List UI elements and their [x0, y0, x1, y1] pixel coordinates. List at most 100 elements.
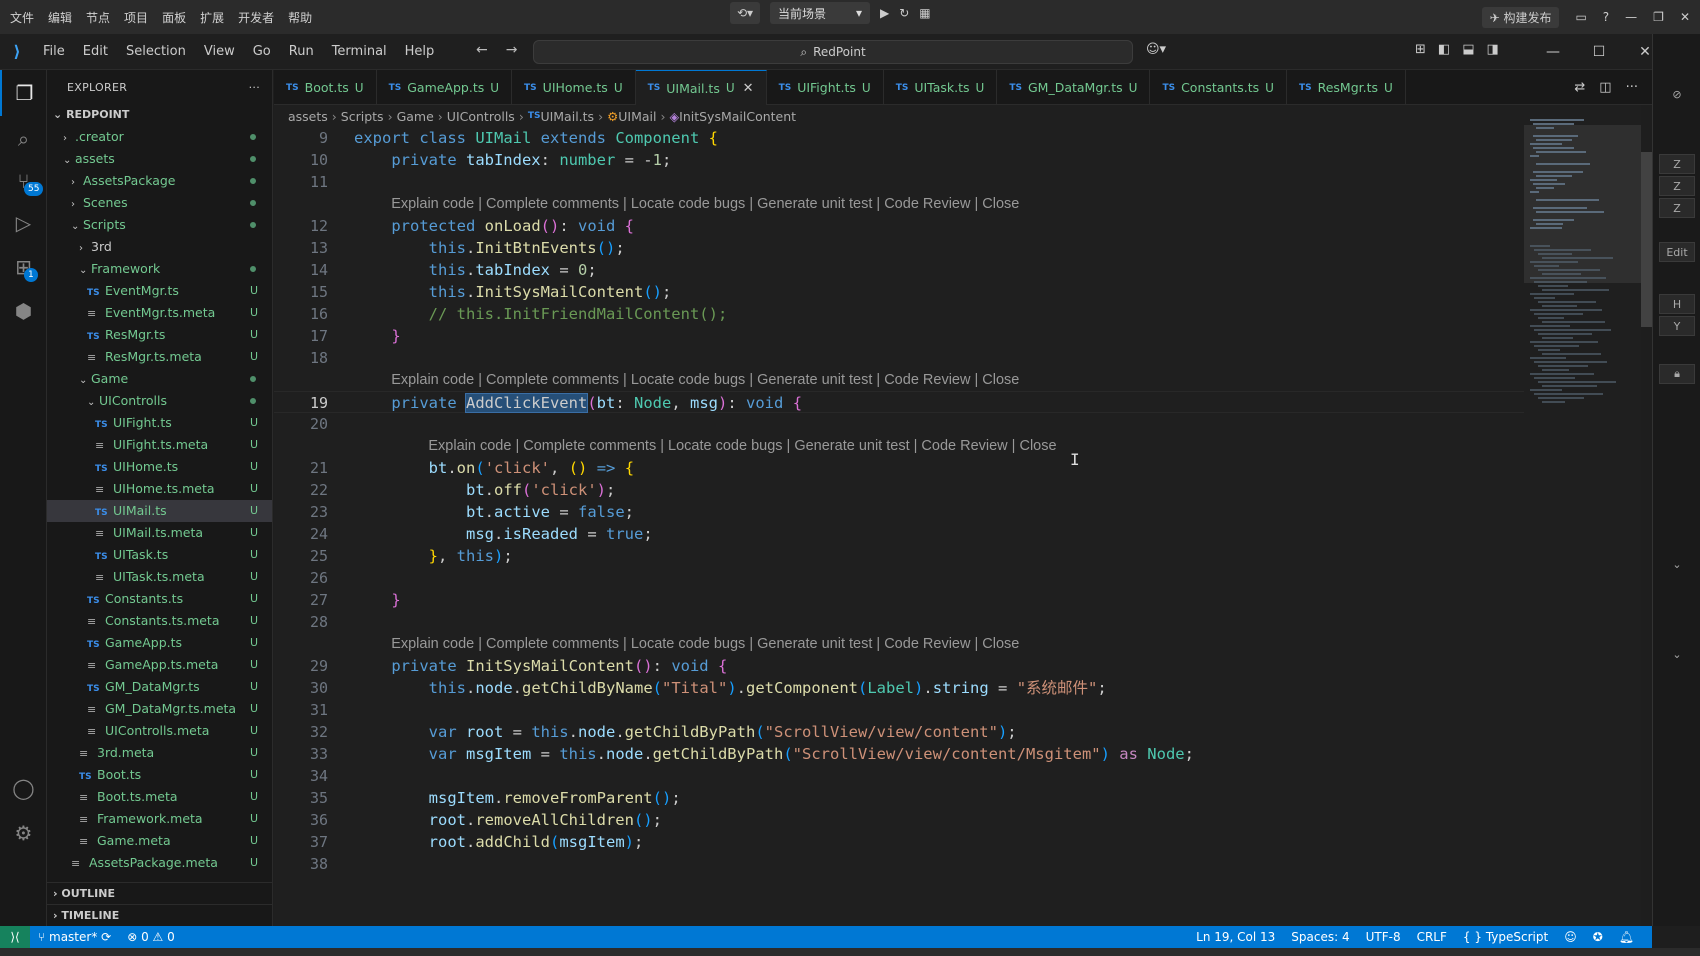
more-actions-icon[interactable]: ··· [1626, 80, 1638, 95]
toggle-sidebar-icon[interactable]: ◧ [1438, 42, 1450, 57]
code-editor[interactable]: 9 export class UIMail extends Component {… [274, 127, 1524, 926]
encoding[interactable]: UTF-8 [1358, 930, 1409, 944]
chevron-down-icon[interactable]: ⌄ [1659, 554, 1695, 574]
close-tab-icon[interactable]: ✕ [743, 81, 754, 96]
extensions-icon[interactable]: ⊞ 1 [0, 244, 47, 290]
code-lens-actions[interactable]: Explain code | Complete comments | Locat… [391, 633, 1019, 655]
tree-folder[interactable]: › .creator [47, 126, 272, 148]
vertical-scrollbar[interactable] [1641, 152, 1652, 327]
tree-file[interactable]: ≡ UIControlls.meta U [47, 720, 272, 742]
chevron-down-icon[interactable]: ⌄ [1659, 644, 1695, 664]
tree-file[interactable]: TS Constants.ts U [47, 588, 272, 610]
tree-file[interactable]: TS Boot.ts U [47, 764, 272, 786]
menu-item-selection[interactable]: Selection [117, 34, 195, 70]
menu-item-edit[interactable]: Edit [74, 34, 117, 70]
check-icon[interactable]: ⊘ [1659, 84, 1695, 104]
tab-constants-ts[interactable]: TS Constants.ts U [1150, 70, 1287, 105]
indentation[interactable]: Spaces: 4 [1283, 930, 1357, 944]
host-menu-item[interactable]: 编辑 [48, 9, 72, 26]
notifications-bell-icon[interactable]: 🔔︎ [1611, 930, 1642, 944]
minimap[interactable] [1524, 105, 1641, 926]
window-maximize-icon[interactable]: ☐ [1576, 34, 1622, 70]
tree-file[interactable]: ≡ AssetsPackage.meta U [47, 852, 272, 874]
breadcrumb-item[interactable]: InitSysMailContent [679, 109, 796, 124]
inspector-edit-button[interactable]: Edit [1659, 242, 1695, 262]
breadcrumb-item[interactable]: UIMail.ts [540, 109, 594, 124]
menu-item-help[interactable]: Help [396, 34, 444, 70]
more-actions-icon[interactable]: ··· [249, 81, 260, 94]
tab-gameapp-ts[interactable]: TS GameApp.ts U [377, 70, 513, 105]
tab-gm-datamgr-ts[interactable]: TS GM_DataMgr.ts U [997, 70, 1151, 105]
tab-uimail-ts[interactable]: TS UIMail.ts U ✕ [635, 70, 767, 105]
tree-file[interactable]: ≡ ResMgr.ts.meta U [47, 346, 272, 368]
run-debug-icon[interactable]: ▷ [0, 200, 47, 246]
tree-file[interactable]: ≡ GM_DataMgr.ts.meta U [47, 698, 272, 720]
host-menu-item[interactable]: 扩展 [200, 9, 224, 26]
tree-file[interactable]: ≡ UITask.ts.meta U [47, 566, 272, 588]
tree-folder[interactable]: ⌄ Framework [47, 258, 272, 280]
breadcrumb-item[interactable]: UIControlls [447, 109, 515, 124]
search-icon[interactable]: ⌕ [0, 116, 47, 162]
tree-file[interactable]: ≡ Constants.ts.meta U [47, 610, 272, 632]
inspector-field-y[interactable]: Y [1659, 316, 1695, 336]
forward-arrow-icon[interactable]: → [506, 42, 518, 58]
tree-folder[interactable]: › 3rd [47, 236, 272, 258]
host-transform-button[interactable]: ⟲▾ [730, 2, 760, 24]
tab-resmgr-ts[interactable]: TS ResMgr.ts U [1287, 70, 1406, 105]
tree-file[interactable]: TS UIMail.ts U [47, 500, 272, 522]
menu-item-terminal[interactable]: Terminal [323, 34, 396, 70]
tree-file[interactable]: ≡ 3rd.meta U [47, 742, 272, 764]
outline-section[interactable]: › OUTLINE [47, 882, 273, 904]
tree-file[interactable]: TS EventMgr.ts U [47, 280, 272, 302]
back-arrow-icon[interactable]: ← [476, 42, 488, 58]
tree-file[interactable]: ≡ Boot.ts.meta U [47, 786, 272, 808]
help-icon[interactable]: ? [1603, 10, 1609, 24]
menu-item-run[interactable]: Run [280, 34, 323, 70]
timeline-section[interactable]: › TIMELINE [47, 904, 273, 926]
host-menu-item[interactable]: 面板 [162, 9, 186, 26]
tab-uitask-ts[interactable]: TS UITask.ts U [884, 70, 998, 105]
line-ending[interactable]: CRLF [1409, 930, 1455, 944]
tab-uihome-ts[interactable]: TS UIHome.ts U [512, 70, 636, 105]
tab-uifight-ts[interactable]: TS UIFight.ts U [767, 70, 884, 105]
toggle-panel-icon[interactable]: ⬓ [1462, 42, 1474, 57]
tree-folder[interactable]: ⌄ assets [47, 148, 272, 170]
split-editor-icon[interactable]: ◫ [1599, 80, 1611, 95]
tree-folder[interactable]: ⌄ Game [47, 368, 272, 390]
branch-indicator[interactable]: ⑂ master* ⟳ [30, 930, 119, 944]
refresh-icon[interactable]: ↻ [899, 6, 909, 20]
close-icon[interactable]: ✕ [1680, 10, 1690, 24]
cocos-icon[interactable]: ⬢ [0, 288, 47, 334]
code-lens-actions[interactable]: Explain code | Complete comments | Locat… [391, 369, 1019, 391]
code-lens-actions[interactable]: Explain code | Complete comments | Locat… [428, 435, 1056, 457]
host-menu-item[interactable]: 项目 [124, 9, 148, 26]
tree-folder[interactable]: ⌄ UIControlls [47, 390, 272, 412]
host-menu-item[interactable]: 帮助 [288, 9, 312, 26]
inspector-field-z1[interactable]: Z [1659, 154, 1695, 174]
maximize-icon[interactable]: ❐ [1653, 10, 1664, 24]
play-icon[interactable]: ▶ [880, 6, 889, 20]
lock-icon[interactable]: 🔒︎ [1659, 364, 1695, 384]
tree-file[interactable]: TS GameApp.ts U [47, 632, 272, 654]
menu-item-go[interactable]: Go [244, 34, 280, 70]
copilot-icon[interactable]: ☺▾ [1146, 42, 1166, 57]
tree-file[interactable]: ≡ Framework.meta U [47, 808, 272, 830]
tree-file[interactable]: ≡ UIMail.ts.meta U [47, 522, 272, 544]
menu-item-view[interactable]: View [195, 34, 244, 70]
settings-gear-icon[interactable]: ⚙ [0, 810, 47, 856]
command-center-search[interactable]: ⌕ RedPoint [533, 40, 1133, 64]
tree-folder[interactable]: › Scenes [47, 192, 272, 214]
cursor-position[interactable]: Ln 19, Col 13 [1188, 930, 1283, 944]
sync-icon[interactable]: ✪ [1585, 930, 1611, 944]
host-menu-item[interactable]: 开发者 [238, 9, 274, 26]
host-menu-item[interactable]: 节点 [86, 9, 110, 26]
tree-folder[interactable]: ⌄ Scripts [47, 214, 272, 236]
source-control-icon[interactable]: ⑂ 55 [0, 158, 47, 204]
inspector-field-z2[interactable]: Z [1659, 176, 1695, 196]
menu-item-file[interactable]: File [34, 34, 74, 70]
problems-indicator[interactable]: ⊗ 0 ⚠ 0 [119, 930, 183, 944]
window-minimize-icon[interactable]: — [1530, 34, 1576, 70]
tree-file[interactable]: ≡ EventMgr.ts.meta U [47, 302, 272, 324]
scene-select[interactable]: 当前场景 ▾ [770, 2, 870, 24]
publish-button[interactable]: ✈ 构建发布 [1481, 6, 1560, 28]
